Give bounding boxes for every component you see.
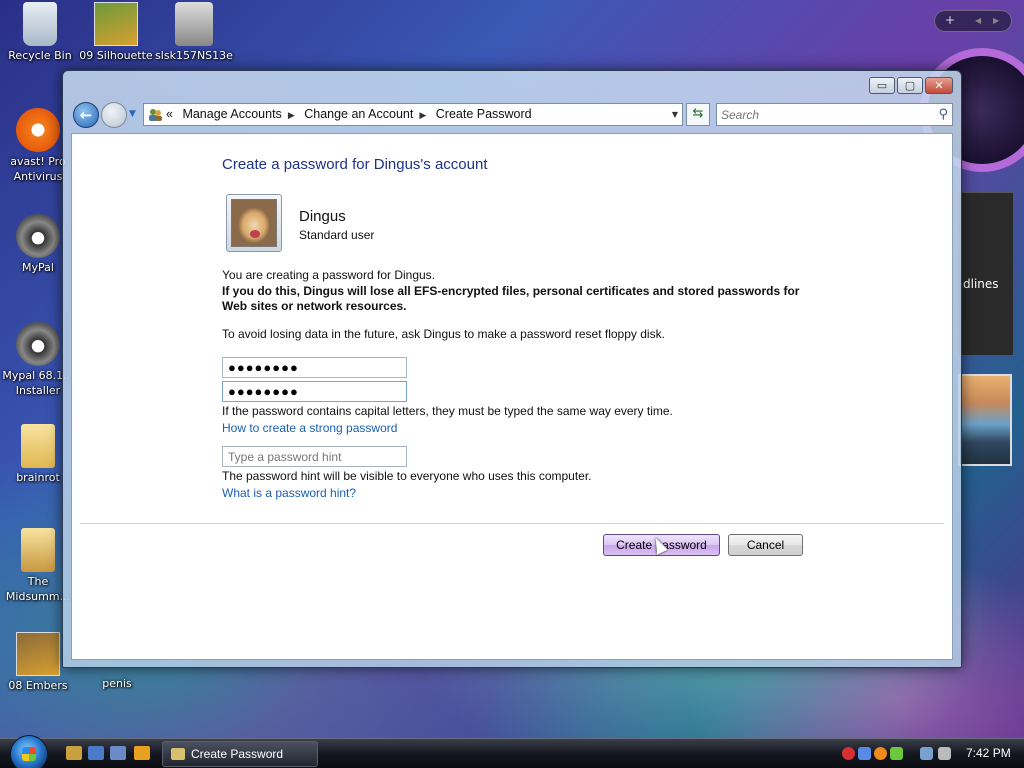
quicklaunch-media-player-icon[interactable]: [134, 746, 150, 760]
desktop-icon-label: 09 Silhouette: [79, 49, 153, 62]
user-account-type: Standard user: [299, 228, 375, 242]
raccoon-icon: [16, 322, 60, 366]
quicklaunch-show-desktop-icon[interactable]: [88, 746, 104, 760]
sidebar-prev-button[interactable]: ◀: [975, 16, 981, 25]
start-button[interactable]: [10, 735, 48, 768]
desktop-icon-label: Recycle Bin: [8, 49, 72, 62]
password-hint-field[interactable]: [222, 446, 407, 467]
breadcrumb-change-an-account[interactable]: Change an Account: [304, 107, 413, 121]
user-name: Dingus: [299, 208, 346, 225]
dog-avatar-icon: [231, 199, 277, 247]
search-icon[interactable]: ⚲: [938, 107, 948, 122]
quicklaunch-switch-windows-icon[interactable]: [110, 746, 126, 760]
hint-visibility-note: The password hint will be visible to eve…: [222, 469, 592, 483]
media-file-icon: [94, 2, 138, 46]
desktop-icon-label: slsk157NS13e: [155, 49, 233, 62]
breadcrumb-separator-icon[interactable]: ▶: [419, 110, 426, 120]
strong-password-help-link[interactable]: How to create a strong password: [222, 421, 397, 435]
password-hint-help-link[interactable]: What is a password hint?: [222, 486, 356, 500]
security-alert-icon[interactable]: [842, 747, 855, 760]
slideshow-gadget[interactable]: [958, 374, 1012, 466]
app-tray-icon[interactable]: [858, 747, 871, 760]
minimize-button[interactable]: ▭: [869, 77, 895, 94]
sidebar-add-button[interactable]: +: [945, 13, 955, 27]
desktop-icon-slsk[interactable]: slsk157NS13e: [154, 2, 234, 63]
sidebar-next-button[interactable]: ▶: [993, 16, 999, 25]
taskbar-item-create-password[interactable]: Create Password: [162, 741, 318, 767]
breadcrumb-separator-icon[interactable]: ▶: [288, 110, 295, 120]
confirm-password-field[interactable]: [222, 381, 407, 402]
quicklaunch-media-icon[interactable]: [66, 746, 82, 760]
volume-icon[interactable]: [938, 747, 951, 760]
avast-icon: [16, 108, 60, 152]
user-accounts-icon: [171, 748, 185, 760]
desktop-icon-label: MyPal: [22, 261, 54, 274]
taskbar: Create Password 7:42 PM: [0, 735, 1024, 768]
address-dropdown-chevron-down-icon[interactable]: ▼: [672, 110, 678, 119]
create-password-window: ▭ ▢ ✕ ← ▼ « Manage Accounts ▶ Change an A…: [62, 70, 962, 668]
desktop-icon-label: The Midsumm...: [5, 575, 71, 603]
breadcrumb: « Manage Accounts ▶ Change an Account ▶ Cr…: [166, 107, 538, 121]
back-button[interactable]: ←: [73, 102, 99, 128]
close-icon: ✕: [934, 79, 944, 92]
minimize-icon: ▭: [876, 79, 888, 92]
user-accounts-icon: [147, 107, 163, 122]
desktop-icon-09-silhouette[interactable]: 09 Silhouette: [76, 2, 156, 63]
user-picture: [226, 194, 282, 252]
raccoon-icon: [16, 214, 60, 258]
maximize-icon: ▢: [904, 79, 916, 92]
search-box[interactable]: ⚲: [716, 103, 953, 126]
content-area: Create a password for Dingus's account D…: [71, 133, 953, 660]
new-password-field[interactable]: [222, 357, 407, 378]
taskbar-item-label: Create Password: [191, 747, 284, 761]
media-file-icon: [16, 632, 60, 676]
clock-time[interactable]: 7:42 PM: [966, 746, 1011, 760]
warning-text: If you do this, Dingus will lose all EFS…: [222, 284, 800, 313]
close-button[interactable]: ✕: [925, 77, 953, 94]
feed-headlines-label: dlines: [963, 277, 999, 291]
divider: [80, 523, 944, 524]
avast-tray-icon[interactable]: [874, 747, 887, 760]
recycle-bin-icon: [23, 2, 57, 46]
desktop-icon-label: avast! Pro Antivirus: [10, 155, 66, 183]
feed-headlines-gadget[interactable]: dlines: [958, 192, 1014, 356]
recent-pages-chevron-down-icon[interactable]: ▼: [129, 109, 136, 119]
address-bar[interactable]: « Manage Accounts ▶ Change an Account ▶ Cr…: [143, 103, 683, 126]
breadcrumb-manage-accounts[interactable]: Manage Accounts: [182, 107, 281, 121]
info-text: You are creating a password for Dingus.: [222, 268, 436, 282]
folder-icon: [21, 424, 55, 468]
advice-text: To avoid losing data in the future, ask …: [222, 327, 665, 341]
breadcrumb-overflow[interactable]: «: [166, 107, 173, 121]
back-arrow-icon: ←: [79, 106, 93, 124]
folder-icon: [21, 528, 55, 572]
desktop-icon-label: 08 Embers: [8, 679, 68, 692]
system-tray: 7:42 PM: [838, 741, 1024, 767]
refresh-button[interactable]: ⇆: [686, 103, 710, 126]
update-tray-icon[interactable]: [890, 747, 903, 760]
navigation-bar: ← ▼ « Manage Accounts ▶ Change an Account…: [71, 101, 953, 129]
search-input[interactable]: [721, 105, 921, 125]
installer-icon: [175, 2, 213, 46]
maximize-button[interactable]: ▢: [897, 77, 923, 94]
forward-button[interactable]: [101, 102, 127, 128]
sidebar-controls: + ◀ ▶: [934, 10, 1012, 32]
case-sensitivity-note: If the password contains capital letters…: [222, 404, 673, 418]
caption-buttons: ▭ ▢ ✕: [869, 77, 953, 95]
network-icon[interactable]: [920, 747, 933, 760]
desktop-icon-recycle-bin[interactable]: Recycle Bin: [0, 2, 80, 63]
cancel-button[interactable]: Cancel: [728, 534, 803, 556]
refresh-icon: ⇆: [692, 106, 704, 121]
desktop-icon-label: penis: [102, 677, 132, 690]
desktop-icon-label: brainrot: [16, 471, 60, 484]
breadcrumb-create-password[interactable]: Create Password: [436, 107, 532, 121]
page-title: Create a password for Dingus's account: [222, 156, 488, 173]
